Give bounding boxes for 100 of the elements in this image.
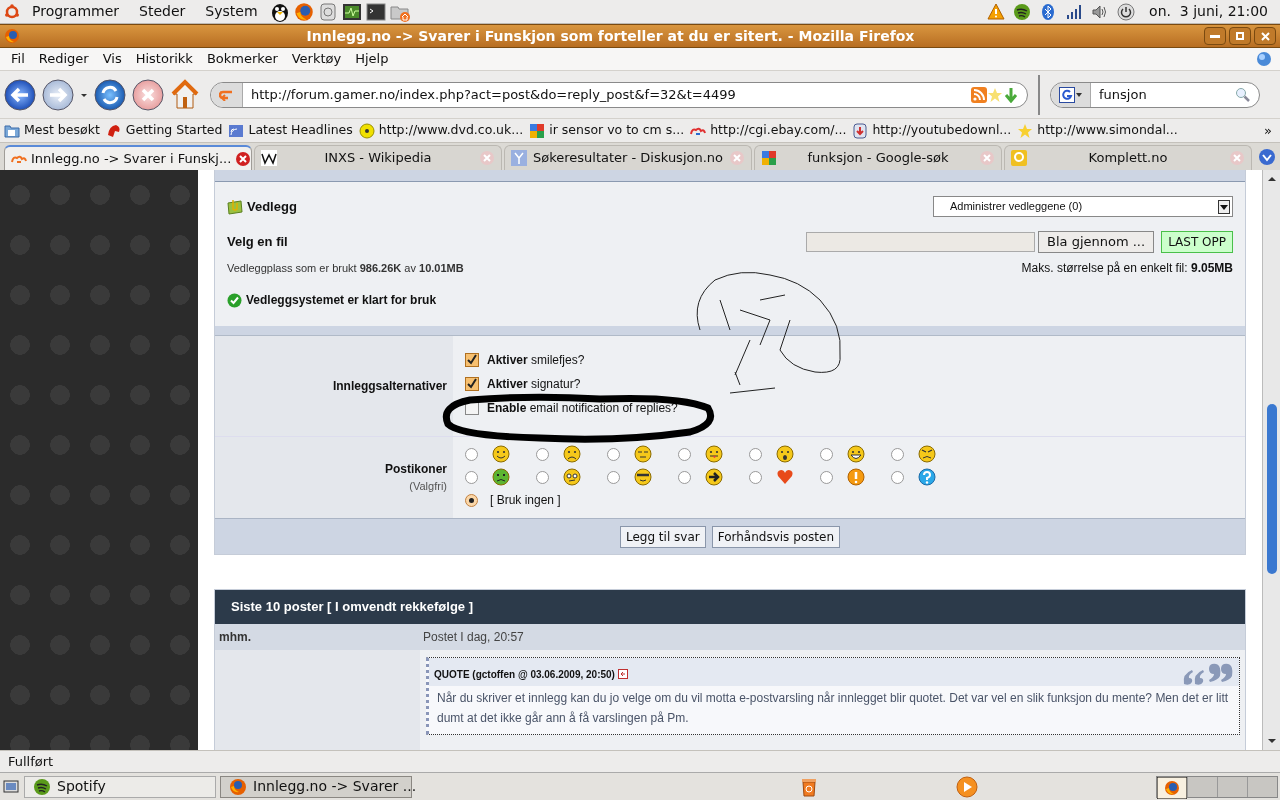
file-input[interactable] (806, 232, 1035, 252)
spotify-icon[interactable] (1013, 2, 1032, 21)
scrollbar[interactable] (1262, 170, 1280, 750)
ubuntu-logo-icon[interactable] (4, 3, 20, 20)
browser-tab[interactable]: Søkeresultater - Diskusjon.no (504, 145, 752, 170)
smiley-icon (634, 445, 652, 463)
section-header: Siste 10 poster [ I omvendt rekkefølge ] (215, 590, 1245, 624)
attachment-select[interactable]: Administrer vedleggene (0) (933, 196, 1233, 217)
radio-button[interactable] (749, 470, 762, 484)
maximize-button[interactable] (1229, 27, 1251, 45)
browser-tab[interactable]: funksjon - Google-søk (754, 145, 1002, 170)
bookmark-link[interactable]: http://cgi.ebay.com/... (690, 121, 847, 140)
radio-button[interactable] (465, 470, 478, 484)
radio-button[interactable] (820, 470, 833, 484)
option-label: Enable email notification of replies? (487, 400, 678, 417)
disc-drive-icon[interactable] (317, 1, 338, 22)
tab-list-icon[interactable] (1258, 148, 1276, 166)
browser-tab[interactable]: Innlegg.no -> Svarer i Funskj... (4, 145, 252, 170)
google-icon (529, 122, 546, 139)
url-text: http://forum.gamer.no/index.php?act=post&do=reply_post&f=32&t=4499 (250, 85, 737, 104)
site-icon (218, 88, 235, 101)
feed-icon (228, 122, 245, 139)
status-text: Vedleggsystemet er klart for bruk (246, 292, 437, 309)
browser-tab[interactable]: INXS - Wikipedia (254, 145, 502, 170)
radio-button[interactable] (536, 447, 549, 461)
clock[interactable]: on. 3 juni, 21:00 (1141, 1, 1276, 22)
quote-header: QUOTE (gctoffen @ 03.06.2009, 20:50) (434, 667, 615, 682)
radio-button[interactable] (891, 470, 904, 484)
workspace-switcher[interactable] (1156, 775, 1278, 798)
menu-item[interactable]: Bokmerker (199, 49, 285, 69)
close-icon[interactable] (235, 150, 252, 167)
scroll-down-arrow-icon[interactable] (1266, 736, 1277, 746)
bookmark-link[interactable]: http://youtubedownl... (852, 121, 1012, 140)
form-button[interactable]: Legg til svar (619, 525, 706, 548)
penguin-icon[interactable] (269, 1, 290, 22)
radio-button[interactable] (465, 493, 478, 507)
warning-icon[interactable] (987, 2, 1006, 21)
menu-item[interactable]: Vis (95, 49, 129, 69)
taskbar-button[interactable]: Spotify (24, 775, 216, 798)
folder-icon (4, 122, 20, 139)
menu-item[interactable]: Historikk (128, 49, 200, 69)
radio-button[interactable] (536, 470, 549, 484)
minimize-button[interactable] (1204, 27, 1226, 45)
menu-item[interactable]: Rediger (31, 49, 96, 69)
show-desktop-icon[interactable] (2, 777, 20, 796)
bookmark-link[interactable]: http://www.dvd.co.uk... (358, 121, 524, 140)
trash-icon[interactable] (800, 776, 818, 797)
jump-back-icon[interactable] (617, 669, 628, 679)
browse-button[interactable]: Bla gjennom ... (1038, 231, 1155, 253)
radio-button[interactable] (749, 447, 762, 461)
checkbox[interactable] (465, 353, 479, 367)
home-icon[interactable] (170, 78, 200, 111)
bookmark-link[interactable]: Mest besøkt (4, 121, 100, 140)
panel-menu[interactable]: System (197, 1, 266, 22)
url-field[interactable]: http://forum.gamer.no/index.php?act=post&do=reply_post&f=32&t=4499 (210, 81, 1028, 108)
menu-item[interactable]: Fil (4, 49, 32, 69)
radio-button[interactable] (891, 447, 904, 461)
power-icon[interactable] (1117, 2, 1136, 21)
question-mark-emoticon-icon (918, 468, 936, 486)
menu-item[interactable]: Verktøy (284, 49, 349, 69)
form-button[interactable]: Forhåndsvis posten (711, 525, 841, 548)
checkbox[interactable] (465, 377, 479, 391)
radio-button[interactable] (465, 447, 478, 461)
close-button[interactable] (1254, 27, 1276, 45)
radio-button[interactable] (678, 470, 691, 484)
download-arrow-icon[interactable] (1003, 86, 1019, 103)
star-icon[interactable] (987, 86, 1003, 103)
search-engine-button[interactable] (1051, 82, 1091, 107)
bookmark-link[interactable]: http://www.simondal... (1017, 121, 1178, 140)
system-monitor-icon[interactable] (341, 1, 362, 22)
bookmark-link[interactable]: Getting Started (105, 121, 223, 140)
tab-label: INXS - Wikipedia (323, 149, 433, 168)
search-icon[interactable] (1235, 86, 1251, 103)
terminal-icon[interactable] (365, 1, 386, 22)
download-icon (852, 122, 869, 139)
tab-label: funksjon - Google-søk (806, 149, 950, 168)
search-field[interactable]: funsjon (1050, 81, 1260, 108)
site-identity-button[interactable] (211, 82, 243, 107)
tab-label: Komplett.no (1087, 149, 1169, 168)
signal-strength-icon[interactable] (1065, 2, 1084, 21)
browser-tab[interactable]: Komplett.no (1004, 145, 1252, 170)
media-player-icon[interactable] (956, 775, 978, 798)
panel-menu[interactable]: Steder (131, 1, 194, 22)
radio-button[interactable] (607, 470, 620, 484)
radio-button[interactable] (678, 447, 691, 461)
menu-item[interactable]: Hjelp (348, 49, 396, 69)
reload-icon[interactable] (94, 78, 126, 111)
radio-button[interactable] (607, 447, 620, 461)
panel-menu[interactable]: Programmer (24, 1, 128, 22)
stop-icon[interactable] (132, 78, 164, 111)
upload-button[interactable]: LAST OPP (1161, 231, 1233, 253)
scroll-up-arrow-icon[interactable] (1266, 174, 1277, 184)
feed-icon[interactable] (971, 86, 987, 103)
bookmark-link[interactable]: ir sensor vo to cm s... (529, 121, 685, 140)
wiki-w-icon (261, 150, 277, 166)
scrollbar-thumb[interactable] (1266, 404, 1277, 574)
radio-button[interactable] (820, 447, 833, 461)
bookmark-link[interactable]: Latest Headlines (228, 121, 353, 140)
more-bookmarks-chevron[interactable]: » (1260, 120, 1276, 141)
firefox-icon[interactable] (293, 1, 314, 22)
